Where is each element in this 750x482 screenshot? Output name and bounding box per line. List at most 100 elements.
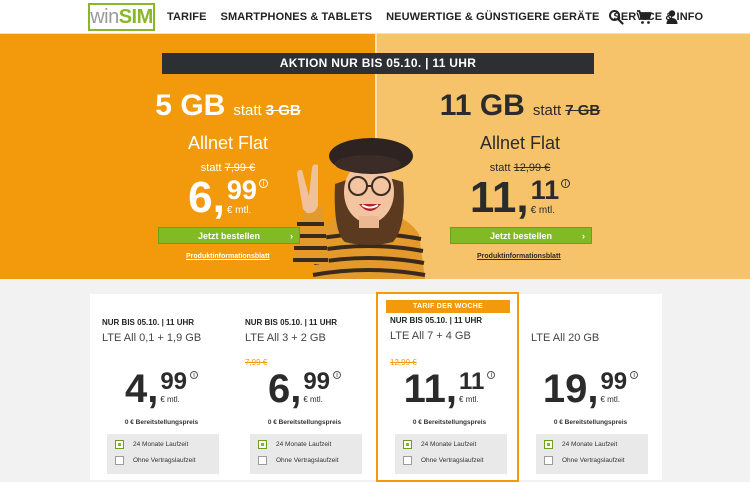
price-comma: , (147, 367, 159, 411)
offer-gb: 5 GB (155, 89, 226, 122)
price-decimal-group: 99 € mtl. (160, 368, 188, 405)
price-unit: € mtl. (160, 395, 180, 404)
chevron-right-icon: › (582, 231, 585, 241)
checkbox[interactable] (544, 456, 553, 465)
option-24-monate[interactable]: 24 Monate Laufzeit (258, 440, 331, 449)
option-label: Ohne Vertragslaufzeit (276, 457, 339, 464)
price-dec: 99 (160, 368, 188, 395)
option-label: Ohne Vertragslaufzeit (133, 457, 196, 464)
tarif-der-woche-badge: TARIF DER WOCHE (386, 300, 510, 313)
option-label: 24 Monate Laufzeit (562, 441, 618, 448)
price-dec: 99 (226, 175, 257, 205)
card-price: 19 , 99 € mtl. i (519, 369, 662, 409)
info-icon[interactable]: i (561, 179, 571, 188)
card-bereitstellung: 0 € Bereitstellungspreis (553, 419, 628, 426)
order-button-right[interactable]: Jetzt bestellen › (450, 227, 592, 244)
price-int: 19 (542, 367, 588, 411)
price-dec: 11 (530, 175, 560, 205)
produktinfo-link-right[interactable]: Produktinformationsblatt (477, 253, 561, 260)
option-label: Ohne Vertragslaufzeit (421, 457, 484, 464)
offer-gb-line: 11 GB statt 7 GB (440, 89, 600, 123)
nav-neuwertige-geraete[interactable]: NEUWERTIGE & GÜNSTIGERE GERÄTE (386, 11, 599, 23)
offer-price: 6 , 99 € mtl. i (148, 176, 308, 222)
option-label: 24 Monate Laufzeit (276, 441, 332, 448)
checkbox[interactable] (258, 456, 267, 465)
term-options: 24 Monate Laufzeit Ohne Vertragslaufzeit (250, 434, 362, 474)
card-old-price: 7,99 € (245, 358, 268, 367)
price-int: 11 (403, 367, 446, 411)
price-int: 6 (188, 173, 213, 222)
tariff-cards: NUR BIS 05.10. | 11 UHR LTE All 0,1 + 1,… (90, 292, 662, 482)
checkbox[interactable] (115, 456, 124, 465)
price-decimal-group: 11 € mtl. (531, 176, 560, 216)
order-button-left[interactable]: Jetzt bestellen › (158, 227, 300, 244)
produktinfo-link-left[interactable]: Produktinformationsblatt (186, 253, 270, 260)
hero-offer-right: 11 GB statt 7 GB Allnet Flat statt 12,99… (440, 89, 600, 222)
old-price: 7,99 € (224, 162, 256, 174)
tariff-card[interactable]: NUR BIS 05.10. | 11 UHR LTE All 0,1 + 1,… (90, 294, 233, 480)
user-icon[interactable] (664, 9, 680, 25)
offer-gb-line: 5 GB statt 3 GB (148, 89, 308, 123)
card-price: 4 , 99 € mtl. i (90, 369, 233, 409)
option-24-monate[interactable]: 24 Monate Laufzeit (403, 440, 476, 449)
price-comma: , (212, 173, 225, 222)
card-name: LTE All 7 + 4 GB (390, 330, 471, 342)
price-comma: , (516, 173, 529, 222)
term-options: 24 Monate Laufzeit Ohne Vertragslaufzeit (395, 434, 507, 474)
card-name: LTE All 3 + 2 GB (245, 332, 326, 344)
price-decimal-group: 11 € mtl. (459, 369, 484, 405)
price-comma: , (445, 367, 458, 411)
nav-smartphones-tablets[interactable]: SMARTPHONES & TABLETS (221, 11, 373, 23)
tariff-card-featured[interactable]: TARIF DER WOCHE NUR BIS 05.10. | 11 UHR … (376, 292, 519, 482)
checkbox-checked[interactable] (403, 440, 412, 449)
price-unit: € mtl. (303, 395, 323, 404)
option-ohne-laufzeit[interactable]: Ohne Vertragslaufzeit (544, 456, 625, 465)
price-unit: € mtl. (459, 395, 479, 404)
price-decimal-group: 99 € mtl. (600, 369, 627, 405)
aktion-banner: AKTION NUR BIS 05.10. | 11 UHR (162, 53, 594, 74)
search-icon[interactable] (608, 9, 624, 25)
checkbox-checked[interactable] (544, 440, 553, 449)
card-price: 11 , 11 € mtl. i (378, 369, 521, 409)
option-label: 24 Monate Laufzeit (133, 441, 189, 448)
info-icon[interactable]: i (333, 371, 342, 379)
offer-statt: statt (532, 102, 562, 119)
card-bereitstellung: 0 € Bereitstellungspreis (124, 419, 199, 426)
option-ohne-laufzeit[interactable]: Ohne Vertragslaufzeit (258, 456, 339, 465)
offer-statt-price: statt 7,99 € (148, 162, 308, 174)
logo-prefix: win (90, 5, 119, 28)
nav-tarife[interactable]: TARIFE (167, 11, 207, 23)
checkbox[interactable] (403, 456, 412, 465)
info-icon[interactable]: i (630, 371, 639, 379)
price-unit: € mtl. (600, 395, 621, 404)
price-unit: € mtl. (226, 205, 252, 216)
price-decimal-group: 99 € mtl. (227, 176, 257, 216)
hero-banner: AKTION NUR BIS 05.10. | 11 UHR 5 GB stat… (0, 34, 750, 279)
info-icon[interactable]: i (487, 371, 496, 379)
offer-old-gb: 7 GB (565, 102, 601, 119)
price-unit: € mtl. (530, 205, 556, 216)
info-icon[interactable]: i (190, 371, 199, 379)
cart-icon[interactable] (636, 9, 652, 25)
header-icons (608, 9, 680, 25)
option-label: 24 Monate Laufzeit (421, 441, 477, 448)
order-button-label: Jetzt bestellen (489, 231, 553, 241)
checkbox-checked[interactable] (115, 440, 124, 449)
info-icon[interactable]: i (258, 179, 268, 188)
option-ohne-laufzeit[interactable]: Ohne Vertragslaufzeit (403, 456, 484, 465)
price-decimal-group: 99 € mtl. (303, 369, 330, 405)
checkbox-checked[interactable] (258, 440, 267, 449)
tariff-card[interactable]: LTE All 20 GB 19 , 99 € mtl. i 0 € Berei… (519, 294, 662, 480)
tariff-card[interactable]: NUR BIS 05.10. | 11 UHR LTE All 3 + 2 GB… (233, 294, 376, 480)
price-int: 4 (124, 367, 148, 411)
card-promo: NUR BIS 05.10. | 11 UHR (102, 318, 195, 327)
option-ohne-laufzeit[interactable]: Ohne Vertragslaufzeit (115, 456, 196, 465)
offer-statt: statt (233, 102, 262, 119)
woman-illustration (293, 138, 426, 279)
card-name: LTE All 20 GB (531, 332, 600, 344)
option-24-monate[interactable]: 24 Monate Laufzeit (115, 440, 188, 449)
option-24-monate[interactable]: 24 Monate Laufzeit (544, 440, 617, 449)
card-promo: NUR BIS 05.10. | 11 UHR (390, 316, 483, 325)
winsim-logo[interactable]: win SIM (88, 3, 155, 31)
card-bereitstellung: 0 € Bereitstellungspreis (267, 419, 342, 426)
